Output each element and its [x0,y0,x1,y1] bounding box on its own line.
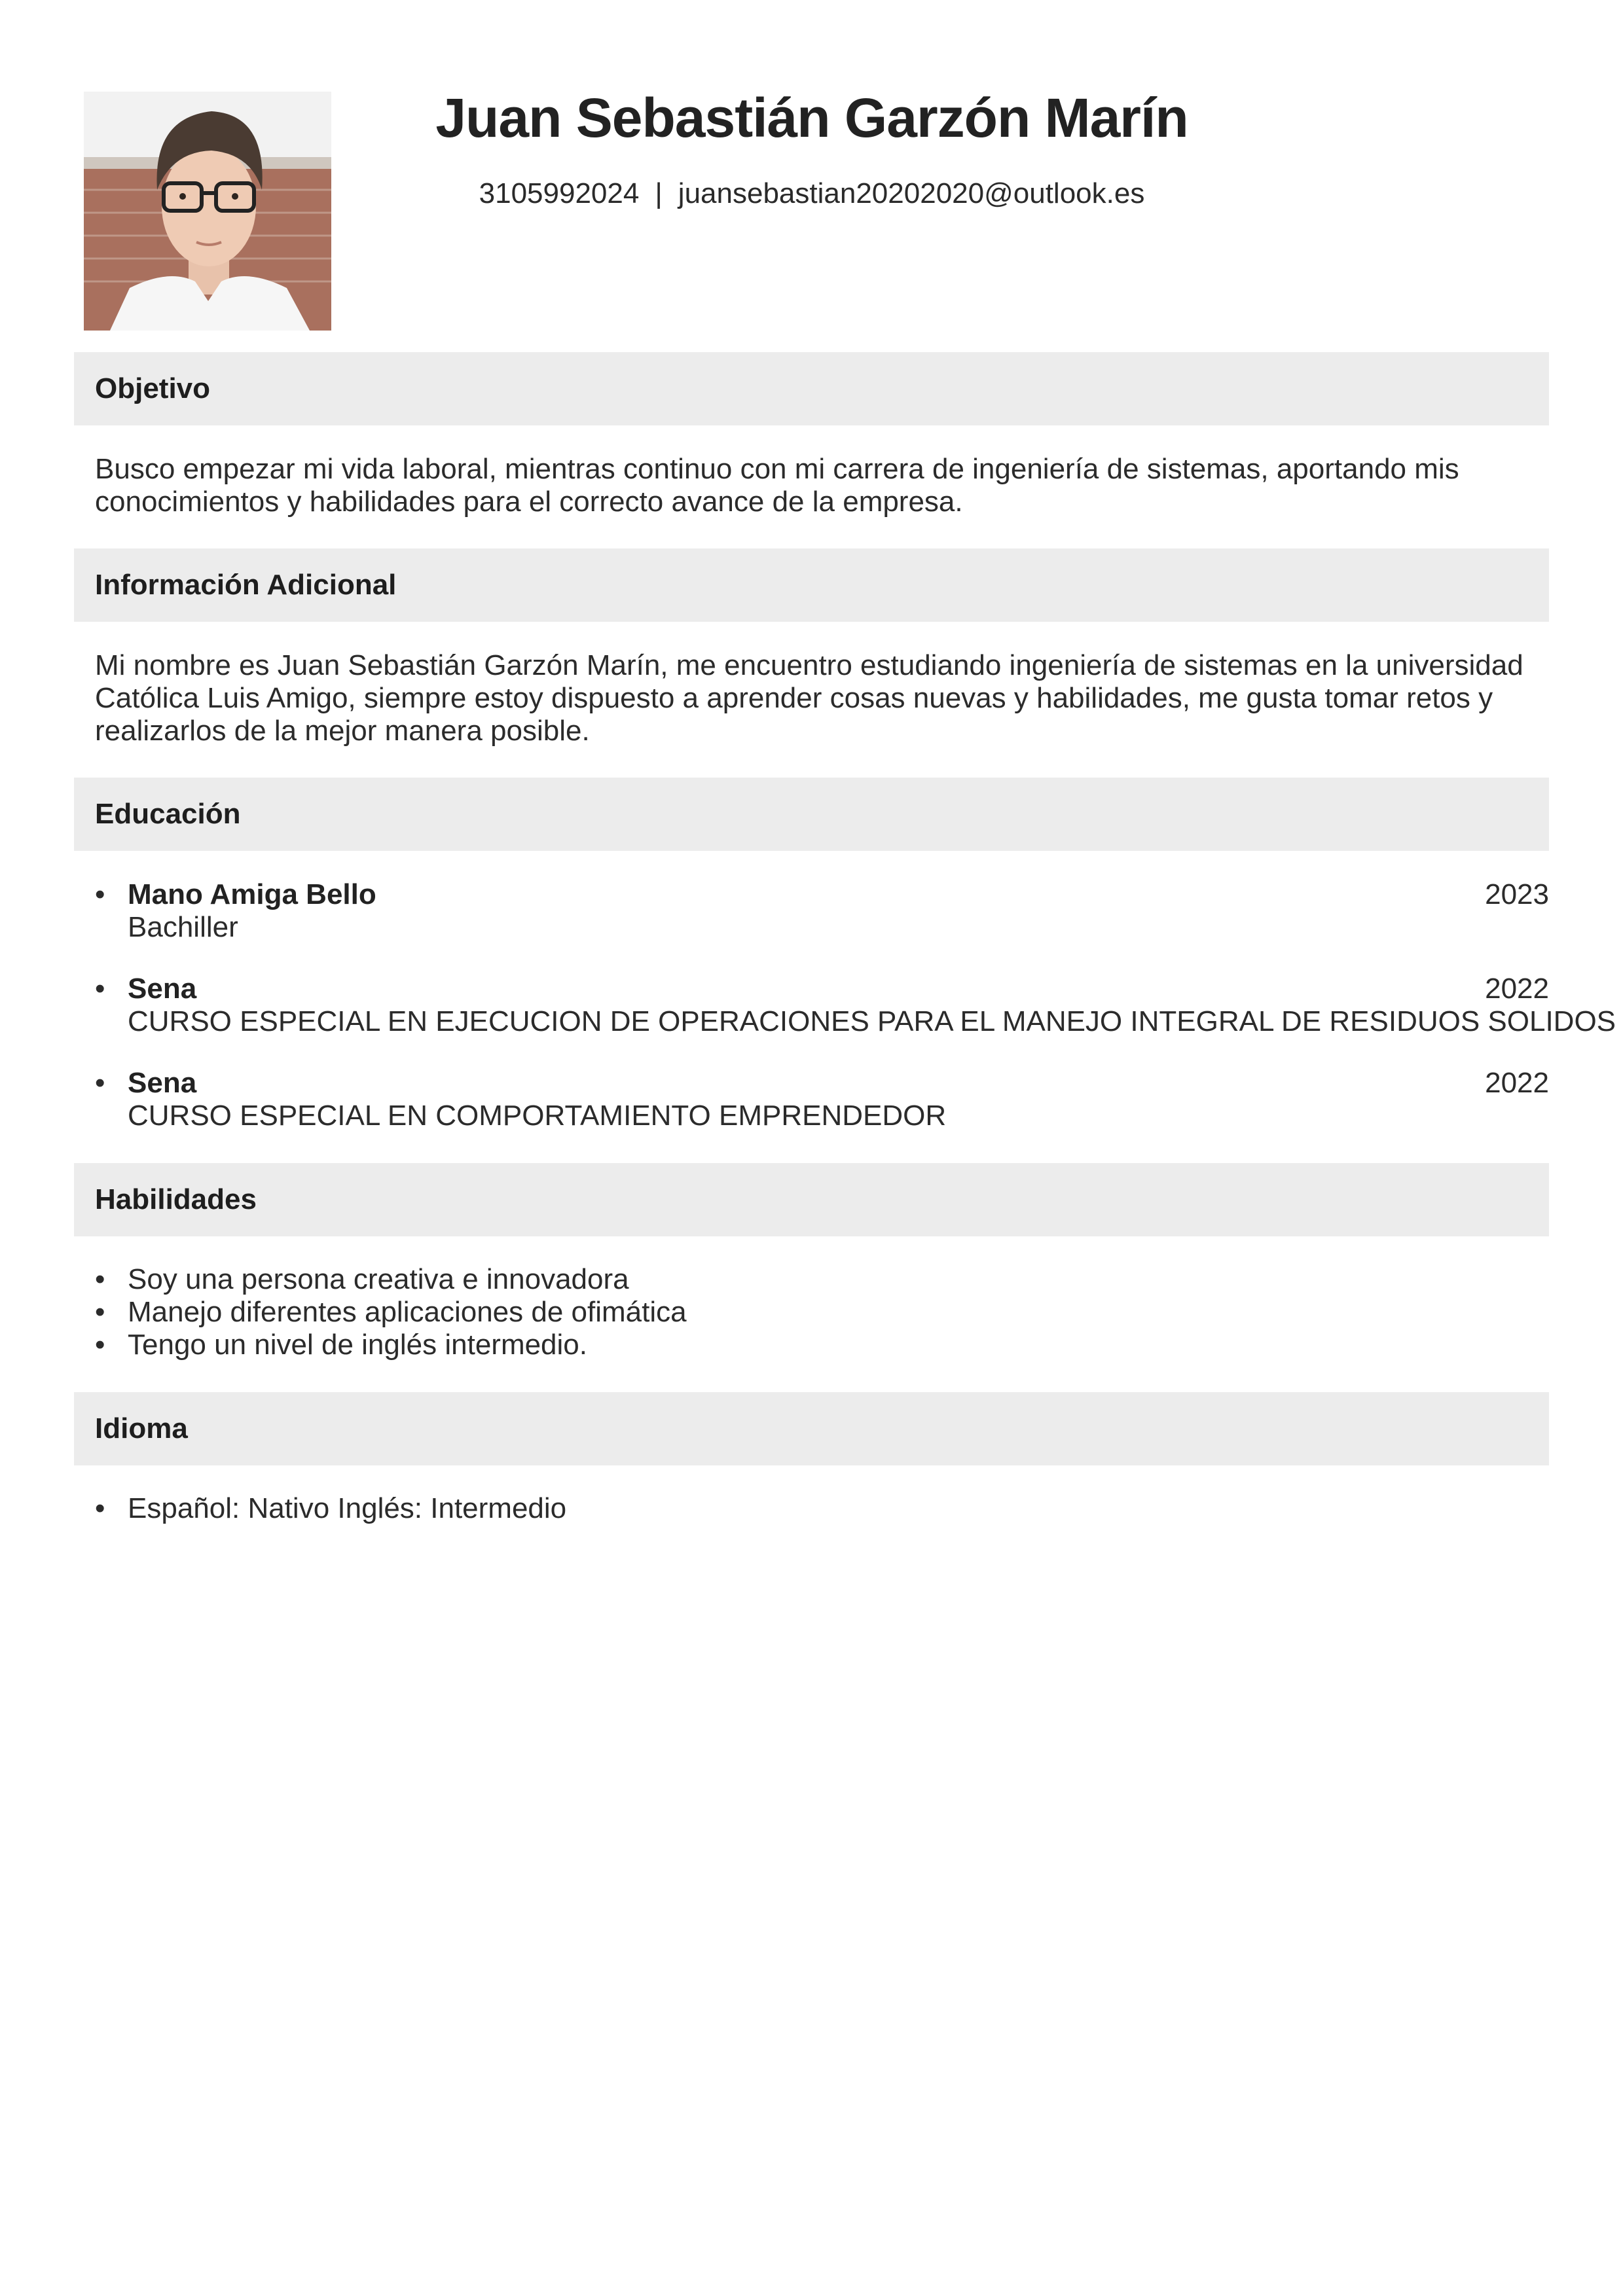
education-degree: Bachiller [128,911,238,943]
language-text: Español: Nativo Inglés: Intermedio [128,1492,567,1524]
contact-separator: | [655,177,663,209]
bullet: • [95,878,105,910]
education-degree: CURSO ESPECIAL EN EJECUCION DE OPERACION… [128,1005,1616,1037]
profile-photo [84,92,331,331]
phone-number: 3105992024 [479,177,640,209]
education-year: 2022 [1485,1067,1549,1099]
list-item: • Soy una persona creativa e innovadora [95,1263,1535,1296]
contact-line: 3105992024 | juansebastian20202020@outlook… [354,177,1270,211]
resume-header: Juan Sebastián Garzón Marín 3105992024 | j… [354,85,1270,211]
bullet: • [95,1492,105,1524]
full-name: Juan Sebastián Garzón Marín [435,87,1188,149]
informacion-adicional-text: Mi nombre es Juan Sebastián Garzón Marín… [95,649,1523,747]
section-heading-objetivo: Objetivo [74,352,1549,425]
education-school: Mano Amiga Bello [128,878,376,910]
list-item: • Manejo diferentes aplicaciones de ofim… [95,1296,1535,1329]
education-year: 2023 [1485,878,1549,910]
objetivo-text: Busco empezar mi vida laboral, mientras … [95,453,1459,518]
bullet: • [95,1067,105,1099]
skill-text: Manejo diferentes aplicaciones de ofimát… [128,1296,687,1328]
skill-text: Tengo un nivel de inglés intermedio. [128,1329,588,1361]
bullet: • [95,973,105,1005]
email-address: juansebastian20202020@outlook.es [678,177,1145,209]
section-heading-habilidades: Habilidades [74,1163,1549,1236]
education-degree: CURSO ESPECIAL EN COMPORTAMIENTO EMPREND… [128,1100,947,1132]
bullet: • [95,1296,105,1328]
section-heading-informacion-adicional: Información Adicional [74,548,1549,622]
section-heading-educacion: Educación [74,778,1549,851]
education-school: Sena [128,973,197,1005]
list-item: • Español: Nativo Inglés: Intermedio [95,1492,1535,1525]
list-item: • Tengo un nivel de inglés intermedio. [95,1329,1535,1361]
skill-text: Soy una persona creativa e innovadora [128,1263,629,1295]
education-year: 2022 [1485,973,1549,1005]
education-school: Sena [128,1067,197,1099]
bullet: • [95,1329,105,1361]
section-heading-idioma: Idioma [74,1392,1549,1465]
bullet: • [95,1263,105,1295]
